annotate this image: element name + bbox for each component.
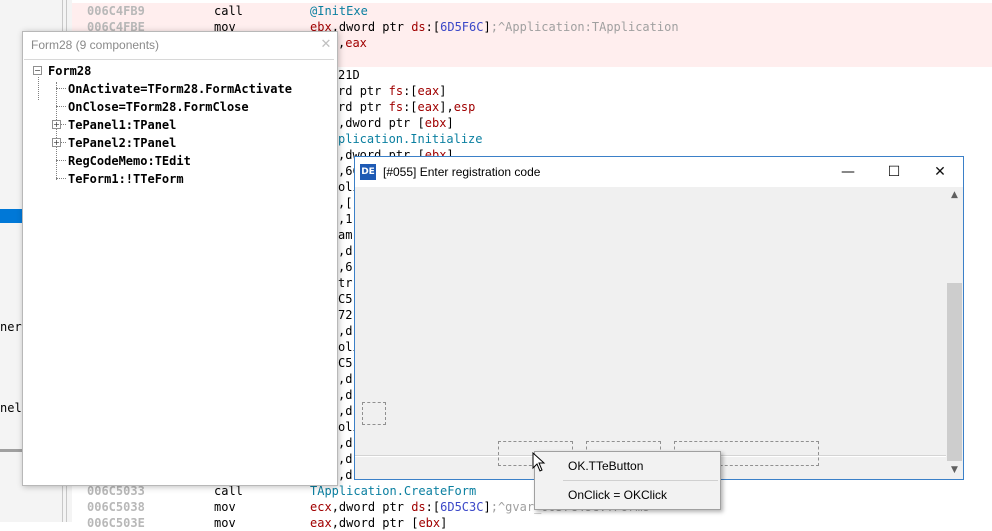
tree-node[interactable]: TeForm1:!TTeForm bbox=[68, 172, 184, 186]
disasm-operand: @InitExe bbox=[310, 4, 368, 18]
disasm-mnemonic: mov bbox=[214, 500, 236, 514]
disasm-operand: ,d bbox=[338, 436, 353, 450]
tree-connector bbox=[61, 142, 66, 143]
disasm-address: 006C5038 bbox=[87, 500, 145, 514]
disasm-operand: ,d bbox=[338, 468, 353, 482]
menu-item-label: OK.TTeButton bbox=[568, 459, 644, 473]
scroll-up-icon[interactable]: ▲ bbox=[946, 187, 963, 204]
disasm-operand: ,d bbox=[338, 404, 353, 418]
expand-icon[interactable]: + bbox=[52, 120, 61, 129]
vertical-scrollbar[interactable]: ▲ ▼ bbox=[946, 187, 963, 479]
tree-connector bbox=[56, 106, 66, 107]
component-tree-titlebar[interactable]: Form28 (9 components) ✕ bbox=[23, 32, 337, 58]
disasm-operand: rd ptr fs:[eax] bbox=[338, 84, 447, 98]
menu-item-ok-button[interactable]: OK.TTeButton bbox=[535, 453, 720, 479]
disasm-operand: ,1 bbox=[338, 212, 353, 226]
tree-connector bbox=[61, 124, 66, 125]
disasm-operand: ,d bbox=[338, 324, 353, 338]
disasm-operand: tr bbox=[338, 276, 353, 290]
disasm-operand: ,eax bbox=[338, 36, 367, 50]
tree-node[interactable]: TePanel1:TPanel bbox=[68, 118, 176, 132]
tree-connector bbox=[56, 160, 66, 161]
tree-connector bbox=[56, 82, 57, 180]
menu-item-label: OnClick = OKClick bbox=[568, 488, 668, 502]
disasm-row[interactable]: 006C5038movecx,dword ptr ds:[6D5C3C];^gv… bbox=[72, 499, 992, 515]
component-tree-window: Form28 (9 components) ✕ − Form28 OnActiv… bbox=[22, 31, 338, 486]
component-tree-title: Form28 (9 components) bbox=[31, 38, 160, 52]
disasm-operand: ,d bbox=[338, 452, 353, 466]
dialog-title: [#055] Enter registration code bbox=[383, 165, 541, 179]
disasm-row[interactable]: 006C4FB9 call @InitExe bbox=[72, 3, 992, 19]
disasm-operand: 72 bbox=[338, 308, 353, 322]
expand-icon[interactable]: + bbox=[52, 138, 61, 147]
tree-node[interactable]: OnClose=TForm28.FormClose bbox=[68, 100, 249, 114]
tree-node[interactable]: OnActivate=TForm28.FormActivate bbox=[68, 82, 292, 96]
disasm-operand: ,d bbox=[338, 388, 353, 402]
close-icon[interactable]: ✕ bbox=[319, 38, 333, 52]
disasm-operand: 21D bbox=[338, 68, 360, 82]
disasm-operand: ,d bbox=[338, 372, 353, 386]
tree-connector bbox=[56, 88, 66, 89]
tree-node[interactable]: RegCodeMemo:TEdit bbox=[68, 154, 191, 168]
component-tree: − Form28 OnActivate=TForm28.FormActivate… bbox=[24, 59, 334, 484]
gutter-selection-marker bbox=[0, 209, 22, 223]
tree-connector bbox=[38, 77, 39, 100]
registration-dialog: DE [#055] Enter registration code — ☐ ✕ … bbox=[354, 156, 964, 480]
disasm-address: 006C4FB9 bbox=[87, 4, 145, 18]
disasm-operand: C5 bbox=[338, 356, 353, 370]
app-icon: DE bbox=[360, 164, 376, 180]
scroll-down-icon[interactable]: ▼ bbox=[946, 462, 963, 479]
disasm-operand: ,d bbox=[338, 244, 353, 258]
disasm-operand: ,6 bbox=[338, 260, 353, 274]
disasm-row[interactable]: 006C503E mov eax,dword ptr [ebx] bbox=[72, 515, 992, 531]
hidden-control-placeholder[interactable] bbox=[362, 402, 386, 425]
minimize-button[interactable]: — bbox=[825, 157, 871, 187]
disasm-operand: C5 bbox=[338, 292, 353, 306]
context-menu: OK.TTeButton OnClick = OKClick bbox=[534, 451, 721, 510]
disasm-operand: ,dword ptr [ebx] bbox=[338, 116, 454, 130]
dialog-client-area bbox=[355, 187, 946, 479]
dialog-titlebar[interactable]: DE [#055] Enter registration code — ☐ ✕ bbox=[355, 157, 963, 187]
scrollbar-thumb[interactable] bbox=[947, 283, 962, 461]
disasm-operand: am bbox=[338, 228, 353, 242]
menu-item-onclick[interactable]: OnClick = OKClick bbox=[535, 482, 720, 508]
gutter-separator bbox=[0, 449, 22, 452]
close-button[interactable]: ✕ bbox=[917, 157, 963, 187]
disasm-comment: ;^Application:TApplication bbox=[490, 20, 679, 34]
disasm-operand: ebx,dword ptr ds:[6D5F6C];^Application:T… bbox=[310, 20, 679, 34]
disasm-operand: eax,dword ptr [ebx] bbox=[310, 516, 448, 530]
tree-node[interactable]: TePanel2:TPanel bbox=[68, 136, 176, 150]
tree-connector bbox=[56, 178, 66, 179]
maximize-button[interactable]: ☐ bbox=[871, 157, 917, 187]
tree-node-root[interactable]: Form28 bbox=[48, 64, 91, 78]
disasm-operand: ,[ bbox=[338, 196, 353, 210]
menu-separator bbox=[563, 480, 718, 481]
disasm-mnemonic: call bbox=[214, 4, 243, 18]
disasm-operand: rd ptr fs:[eax],esp bbox=[338, 100, 476, 114]
collapse-icon[interactable]: − bbox=[33, 66, 42, 75]
mouse-cursor-icon bbox=[532, 452, 546, 472]
disasm-mnemonic: mov bbox=[214, 516, 236, 530]
disasm-address: 006C503E bbox=[87, 516, 145, 530]
disasm-operand: plication.Initialize bbox=[338, 132, 483, 146]
